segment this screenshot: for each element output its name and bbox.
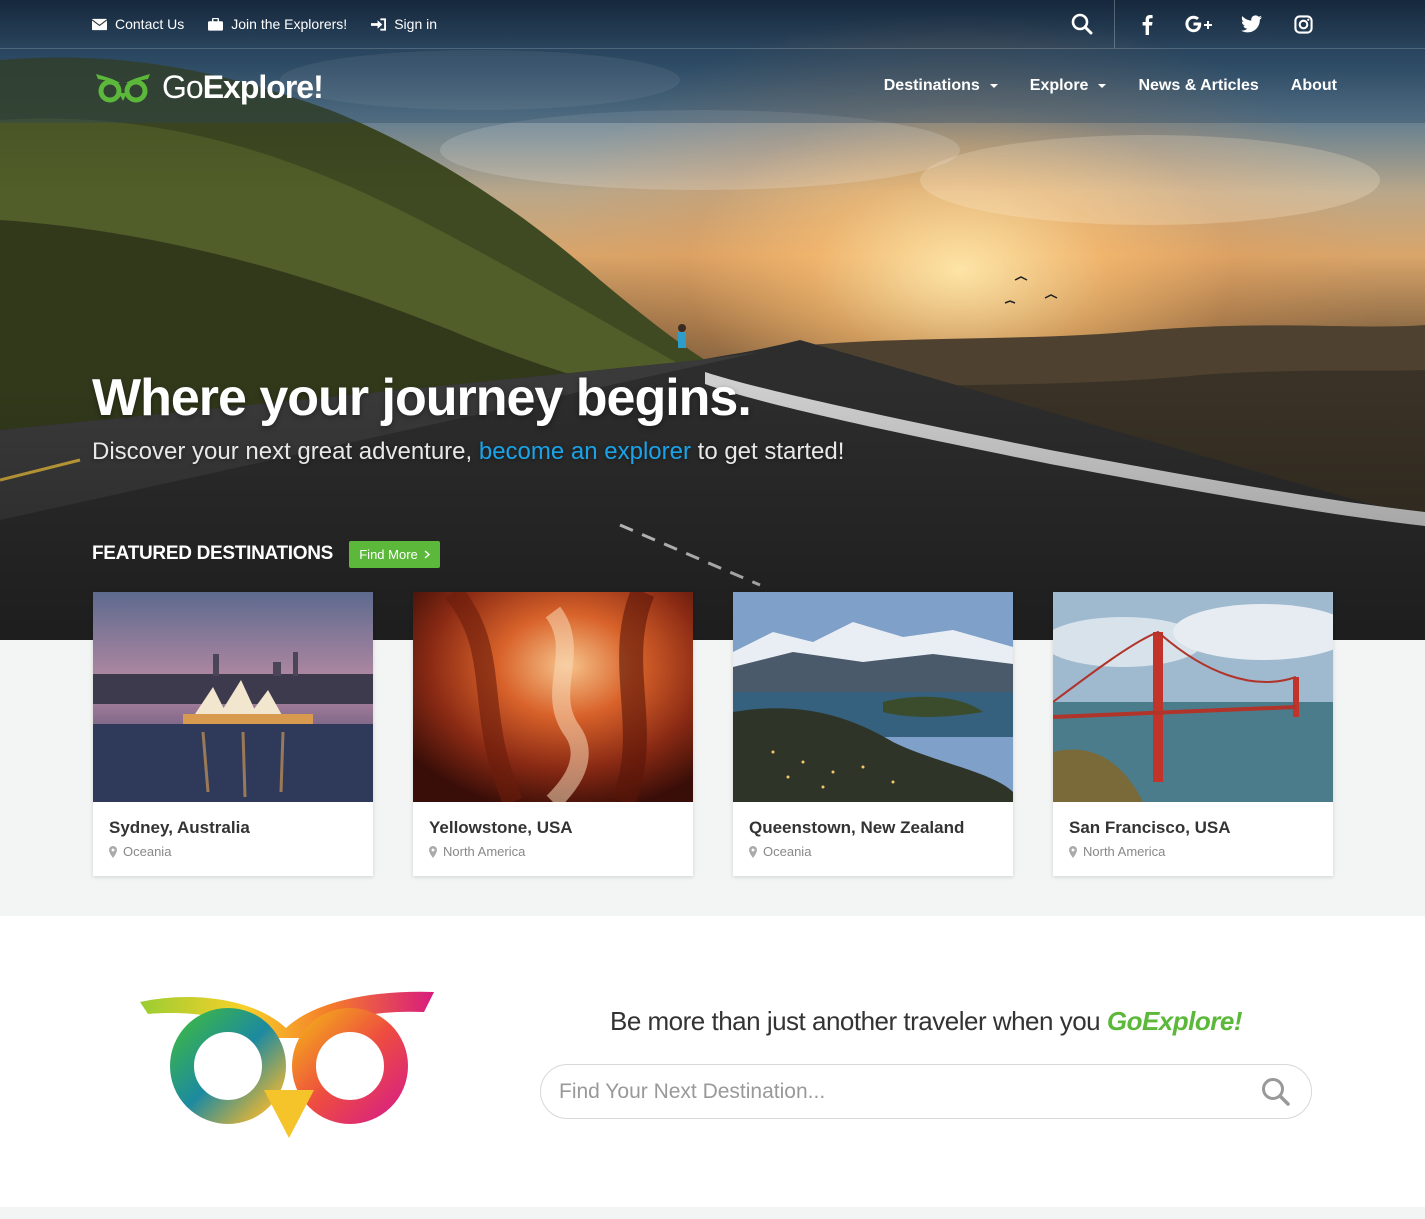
nav-destinations-label: Destinations: [883, 77, 980, 94]
hero-sub-text-after: to get started!: [690, 438, 845, 465]
colorful-owl-logo-icon: [140, 991, 434, 1138]
card-name: Queenstown, New Zealand: [749, 818, 965, 837]
twitter-icon: [1240, 15, 1262, 33]
destination-card-san-francisco[interactable]: San Francisco, USA North America: [1053, 592, 1333, 876]
nav-explore-label: Explore: [1029, 77, 1089, 94]
card-region: Oceania: [109, 844, 373, 859]
san-francisco-photo: [1053, 592, 1333, 802]
map-pin-icon: [109, 845, 117, 858]
destination-search-box: [540, 1064, 1312, 1119]
top-links: Contact Us Join the Explorers! Sign in: [92, 16, 437, 32]
search-icon: [1262, 1077, 1290, 1106]
search-submit-button[interactable]: [1259, 1075, 1293, 1109]
caret-down-icon: [989, 84, 998, 88]
yellowstone-photo: [413, 592, 693, 802]
facebook-button[interactable]: [1121, 0, 1173, 48]
card-region-label: Oceania: [763, 844, 812, 859]
card-region: Oceania: [749, 844, 1013, 859]
instagram-button[interactable]: [1277, 0, 1329, 48]
card-name: Sydney, Australia: [109, 818, 250, 837]
destination-card-queenstown[interactable]: Queenstown, New Zealand Oceania: [733, 592, 1013, 876]
nav-item-about[interactable]: About: [1291, 77, 1337, 95]
nav-menu: Destinations Explore News & Articles Abo…: [884, 77, 1337, 95]
nav-item-destinations[interactable]: Destinations: [884, 77, 998, 95]
social-bar: [1056, 0, 1329, 48]
destination-cards: Sydney, Australia Oceania Yellowstone, U…: [93, 592, 1333, 876]
briefcase-icon: [208, 17, 224, 31]
logo-prefix: Go: [162, 69, 204, 105]
hero-sub-text-before: Discover your next great adventure,: [92, 438, 479, 465]
google-plus-icon: [1185, 15, 1212, 33]
chevron-right-icon: [424, 550, 430, 559]
map-pin-icon: [749, 845, 757, 858]
map-pin-icon: [1069, 845, 1077, 858]
google-plus-button[interactable]: [1173, 0, 1225, 48]
tagline-text: Be more than just another traveler when …: [610, 1006, 1107, 1036]
destination-card-sydney[interactable]: Sydney, Australia Oceania: [93, 592, 373, 876]
nav-item-news[interactable]: News & Articles: [1138, 77, 1258, 95]
find-more-label: Find More: [359, 547, 418, 562]
search-icon: [1071, 13, 1093, 35]
find-more-button[interactable]: Find More: [349, 541, 440, 568]
map-pin-icon: [429, 845, 437, 858]
card-name: Yellowstone, USA: [429, 818, 573, 837]
top-utility-bar: Contact Us Join the Explorers! Sign in: [0, 0, 1425, 49]
goexplore-logo[interactable]: GoExplore!: [94, 69, 324, 106]
caret-down-icon: [1098, 84, 1107, 88]
instagram-icon: [1293, 14, 1313, 34]
hero-subtitle: Discover your next great adventure, beco…: [92, 438, 844, 466]
destination-card-yellowstone[interactable]: Yellowstone, USA North America: [413, 592, 693, 876]
card-name: San Francisco, USA: [1069, 818, 1231, 837]
card-region: North America: [429, 844, 693, 859]
contact-us-label: Contact Us: [115, 16, 185, 32]
envelope-icon: [92, 18, 107, 30]
card-region: North America: [1069, 844, 1333, 859]
become-explorer-link[interactable]: become an explorer: [479, 438, 691, 465]
search-button[interactable]: [1056, 0, 1108, 48]
sydney-photo: [93, 592, 373, 802]
main-navbar: GoExplore! Destinations Explore News & A…: [0, 49, 1425, 123]
card-region-label: North America: [1083, 844, 1166, 859]
featured-destinations-heading: FEATURED DESTINATIONS: [92, 543, 334, 564]
footer-strip: [0, 1207, 1425, 1219]
contact-us-link[interactable]: Contact Us: [92, 16, 184, 32]
sign-in-icon: [371, 17, 387, 31]
promo-tagline: Be more than just another traveler when …: [540, 1006, 1312, 1037]
hero-title: Where your journey begins.: [92, 369, 752, 427]
sign-in-link[interactable]: Sign in: [371, 16, 437, 32]
card-region-label: North America: [443, 844, 526, 859]
tagline-brand: GoExplore!: [1106, 1006, 1243, 1036]
nav-news-label: News & Articles: [1138, 77, 1259, 94]
twitter-button[interactable]: [1225, 0, 1277, 48]
join-explorers-link[interactable]: Join the Explorers!: [208, 16, 347, 32]
destination-search-input[interactable]: [559, 1079, 1259, 1104]
owl-logo-icon: [96, 73, 150, 102]
queenstown-photo: [733, 592, 1013, 802]
sign-in-label: Sign in: [394, 16, 438, 32]
join-explorers-label: Join the Explorers!: [231, 16, 348, 32]
nav-about-label: About: [1290, 77, 1337, 94]
logo-wordmark: GoExplore!: [162, 69, 324, 106]
nav-item-explore[interactable]: Explore: [1030, 77, 1107, 95]
logo-suffix: Explore!: [202, 69, 324, 105]
card-region-label: Oceania: [123, 844, 172, 859]
facebook-icon: [1142, 14, 1153, 35]
